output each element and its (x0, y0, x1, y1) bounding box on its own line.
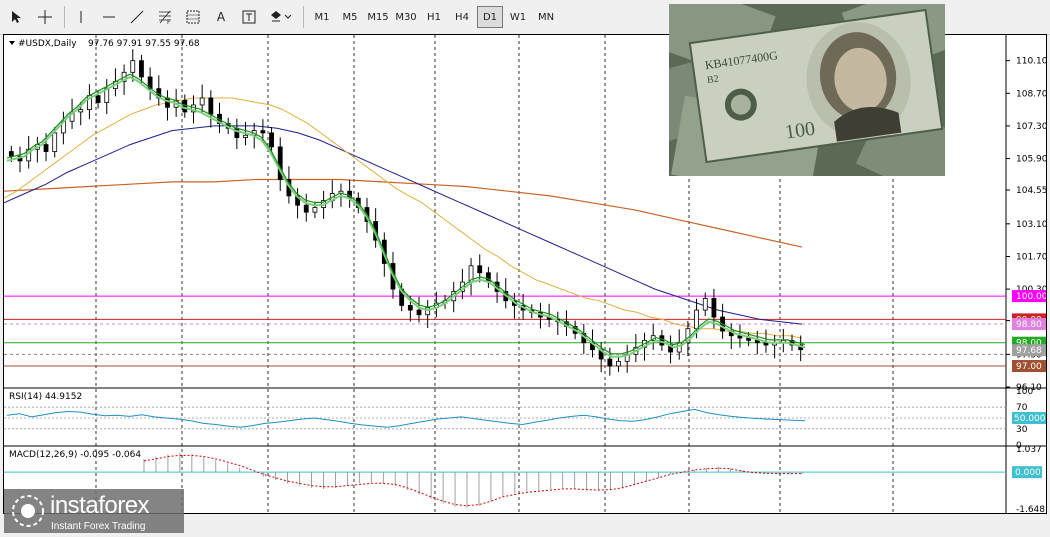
candle-body (78, 109, 84, 113)
timeframe-mn-button[interactable]: MN (533, 6, 559, 28)
timeframe-m1-button[interactable]: M1 (309, 6, 335, 28)
candle-body (8, 151, 14, 157)
svg-text:100: 100 (784, 118, 817, 144)
price-tick-label: 101.70 (1016, 252, 1046, 262)
text-icon[interactable]: A (210, 6, 232, 28)
timeframe-d1-button[interactable]: D1 (477, 6, 503, 28)
candle-body (702, 298, 708, 311)
candle-body (416, 309, 422, 316)
macd-title: MACD(12,26,9) -0.095 -0.064 (9, 450, 141, 460)
ohlc-readout: 97.76 97.91 97.55 97.68 (88, 39, 200, 49)
candle-body (199, 97, 205, 106)
panel-collapse-icon (9, 41, 15, 45)
svg-text:B2: B2 (706, 74, 719, 87)
text-label-icon[interactable] (238, 6, 260, 28)
candle-body (407, 305, 413, 311)
timeframe-m5-button[interactable]: M5 (337, 6, 363, 28)
horizontal-line-icon[interactable] (98, 6, 120, 28)
price-level-label: 97.68 (1016, 346, 1042, 356)
rsi-tick-label: 30 (1016, 425, 1028, 435)
price-tick-label: 103.10 (1016, 220, 1046, 230)
candle-body (659, 335, 665, 346)
rsi-title: RSI(14) 44.9152 (9, 392, 82, 402)
candle-body (607, 358, 613, 367)
candle-body (165, 97, 170, 108)
macd-signal-line (143, 454, 802, 507)
vertical-line-icon[interactable] (70, 6, 92, 28)
rsi-tick-label: 70 (1016, 403, 1028, 413)
price-tick-label: 104.55 (1016, 186, 1046, 196)
brand-tagline: Instant Forex Trading (51, 521, 146, 532)
brand-name: instaforex (50, 492, 150, 519)
candle-body (477, 265, 483, 274)
candle-body (616, 360, 621, 367)
candle-body (269, 132, 274, 148)
candle-body (694, 309, 699, 330)
macd-tick-label: 0.000 (1015, 468, 1041, 478)
price-level-label: 98.80 (1016, 320, 1042, 330)
rsi-tick-label: 50.0000 (1014, 414, 1046, 424)
candle-body (260, 130, 266, 134)
price-level-label: 97.00 (1016, 362, 1042, 372)
timeframe-m30-button[interactable]: M30 (393, 6, 419, 28)
fibonacci-icon[interactable]: F (154, 6, 176, 28)
dollar-bills-image: KB41077400G B2 100 (669, 4, 945, 176)
candle-body (676, 342, 682, 353)
candle-body (208, 97, 214, 115)
candle-body (52, 132, 58, 152)
svg-text:F: F (167, 19, 171, 25)
candle-body (139, 60, 144, 78)
instaforex-brand: instaforex Instant Forex Trading (4, 489, 184, 533)
macd-tick-label: -1.648 (1016, 505, 1045, 513)
timeframe-m15-button[interactable]: M15 (365, 6, 391, 28)
price-tick-label: 108.70 (1016, 89, 1046, 99)
grid-channel-icon[interactable] (182, 6, 204, 28)
price-tick-label: 107.30 (1016, 122, 1046, 132)
cursor-icon[interactable] (6, 6, 28, 28)
ma-200-line (4, 178, 803, 248)
shapes-icon[interactable] (266, 6, 296, 28)
candle-body (243, 134, 248, 138)
symbol-title: #USDX,Daily (18, 39, 77, 49)
macd-tick-label: 1.037 (1016, 445, 1042, 455)
rsi-tick-label: 100 (1016, 387, 1033, 397)
price-tick-label: 110.10 (1016, 57, 1046, 67)
trendline-icon[interactable] (126, 6, 148, 28)
instaforex-logo-icon (12, 495, 44, 527)
candle-body (312, 207, 318, 213)
candle-body (130, 60, 136, 73)
candle-body (303, 204, 309, 213)
candle-body (711, 298, 717, 318)
timeframe-h1-button[interactable]: H1 (421, 6, 447, 28)
candle-body (234, 127, 240, 138)
price-level-label: 100.00 (1016, 292, 1046, 302)
crosshair-icon[interactable] (34, 6, 56, 28)
timeframe-w1-button[interactable]: W1 (505, 6, 531, 28)
candle-body (43, 144, 49, 152)
candle-body (95, 95, 101, 104)
timeframe-h4-button[interactable]: H4 (449, 6, 475, 28)
price-tick-label: 105.90 (1016, 155, 1046, 165)
